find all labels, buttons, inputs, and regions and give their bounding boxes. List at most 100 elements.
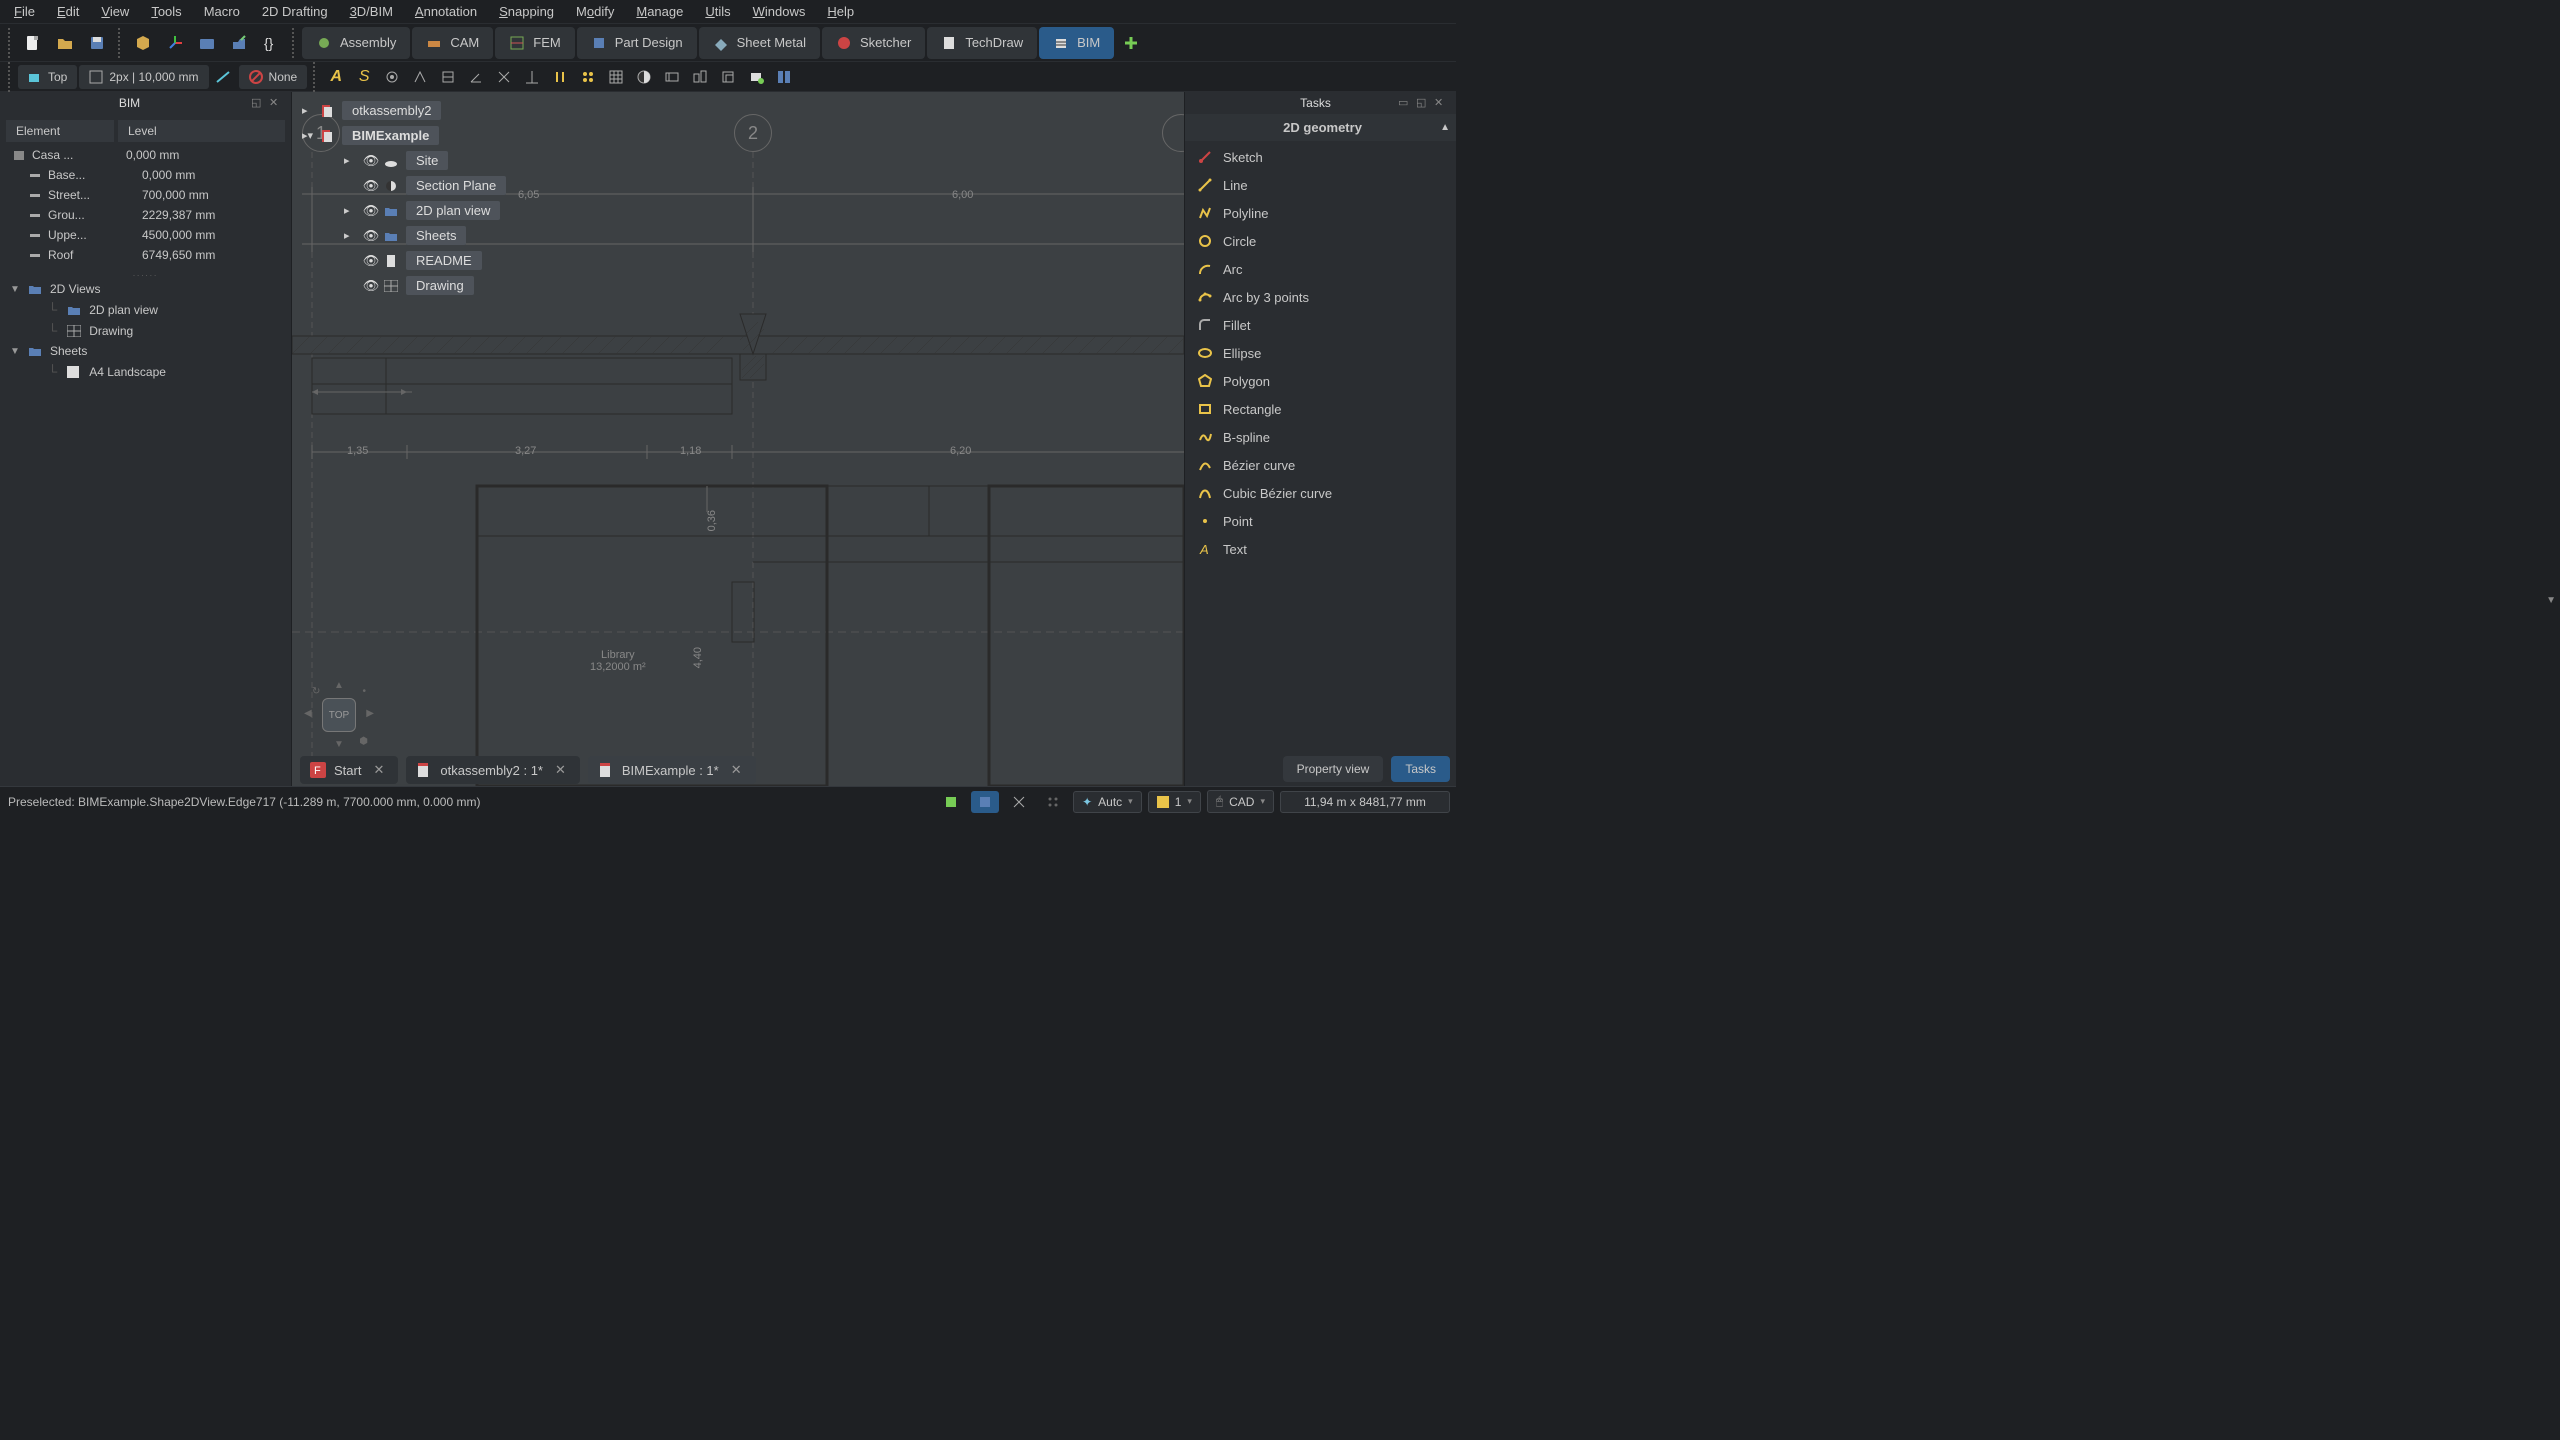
tree-item[interactable]: └A4 Landscape: [8, 361, 283, 382]
menu-annotation[interactable]: Annotation: [405, 2, 487, 21]
doc-tab[interactable]: BIMExample : 1*✕: [588, 756, 756, 784]
level-row[interactable]: Base...0,000 mm: [6, 165, 285, 185]
panel-float-icon[interactable]: ◱: [251, 96, 265, 110]
tool-b-spline[interactable]: B-spline: [1185, 423, 1456, 451]
snap-perpendicular-icon[interactable]: [519, 65, 545, 89]
tree-folder[interactable]: ▼2D Views: [8, 279, 283, 299]
toggle-panels-icon[interactable]: [771, 65, 797, 89]
3d-viewport[interactable]: ▸otkassembly2▸▾BIMExample▸👁Site👁Section …: [292, 92, 1184, 786]
tasks-button[interactable]: Tasks: [1391, 756, 1450, 782]
tree-item[interactable]: └2D plan view: [8, 299, 283, 320]
wb-cam[interactable]: CAM: [412, 27, 493, 59]
visibility-icon[interactable]: 👁: [362, 203, 380, 219]
construction-mode-icon[interactable]: [211, 65, 237, 89]
doc-tab[interactable]: FStart✕: [300, 756, 398, 784]
model-tree-item[interactable]: ▸otkassembly2: [300, 98, 508, 123]
levels-header-element[interactable]: Element: [6, 120, 114, 142]
chevron-down-icon[interactable]: ▼: [10, 346, 22, 357]
visibility-icon[interactable]: 👁: [362, 153, 380, 169]
text-italic-icon[interactable]: S: [351, 65, 377, 89]
status-recompute-icon[interactable]: [937, 791, 965, 813]
autogroup-combo[interactable]: ✦Autc▾: [1073, 791, 1142, 813]
layer-combo[interactable]: 1▾: [1148, 791, 1201, 813]
doc-tab[interactable]: otkassembly2 : 1*✕: [406, 756, 580, 784]
model-tree-item[interactable]: 👁Drawing: [300, 273, 508, 298]
menu-windows[interactable]: Windows: [743, 2, 816, 21]
snap-extension-icon[interactable]: [547, 65, 573, 89]
tool-polyline[interactable]: Polyline: [1185, 199, 1456, 227]
tool-point[interactable]: Point: [1185, 507, 1456, 535]
snap-endpoint-icon[interactable]: [379, 65, 405, 89]
vargroup-icon[interactable]: {}: [256, 28, 286, 58]
tool-arc[interactable]: Arc: [1185, 255, 1456, 283]
menu-3d-bim[interactable]: 3D/BIM: [340, 2, 403, 21]
visibility-icon[interactable]: 👁: [362, 228, 380, 244]
chevron-icon[interactable]: ▸: [344, 154, 358, 167]
add-workbench-icon[interactable]: [1116, 28, 1146, 58]
tree-item[interactable]: └Drawing: [8, 320, 283, 341]
menu-utils[interactable]: Utils: [695, 2, 740, 21]
tool-sketch[interactable]: Sketch: [1185, 143, 1456, 171]
menu-view[interactable]: View: [91, 2, 139, 21]
tree-folder[interactable]: ▼Sheets: [8, 341, 283, 361]
wb-part-design[interactable]: Part Design: [577, 27, 697, 59]
chevron-down-icon[interactable]: ▼: [10, 284, 22, 295]
tasks-close-icon[interactable]: ✕: [1434, 96, 1448, 110]
snap-ortho-icon[interactable]: [687, 65, 713, 89]
style-selector[interactable]: None: [239, 65, 308, 89]
box-icon[interactable]: [128, 28, 158, 58]
levels-header-level[interactable]: Level: [118, 120, 285, 142]
chevron-icon[interactable]: ▸: [344, 204, 358, 217]
nav-cube[interactable]: ▲ ▼ ◀ ▶ ↻ • ⬢ TOP: [304, 680, 374, 750]
tasks-min-icon[interactable]: ▭: [1398, 96, 1412, 110]
open-file-icon[interactable]: [50, 28, 80, 58]
snap-grid-icon[interactable]: [603, 65, 629, 89]
level-row[interactable]: Casa ...0,000 mm: [6, 145, 285, 165]
status-grid-icon[interactable]: [1039, 791, 1067, 813]
menu-help[interactable]: Help: [817, 2, 864, 21]
tool-rectangle[interactable]: Rectangle: [1185, 395, 1456, 423]
level-row[interactable]: Uppe...4500,000 mm: [6, 225, 285, 245]
chevron-icon[interactable]: ▸: [302, 104, 316, 117]
close-icon[interactable]: ✕: [727, 762, 746, 778]
tool-bézier-curve[interactable]: Bézier curve: [1185, 451, 1456, 479]
tool-text[interactable]: AText: [1185, 535, 1456, 563]
section-2d-geometry[interactable]: 2D geometry ▲: [1185, 114, 1456, 141]
new-file-icon[interactable]: [18, 28, 48, 58]
coords-display[interactable]: 11,94 m x 8481,77 mm: [1280, 791, 1450, 813]
link-icon[interactable]: [224, 28, 254, 58]
snap-dimensions-icon[interactable]: [659, 65, 685, 89]
snap-near-icon[interactable]: [743, 65, 769, 89]
menu-file[interactable]: File: [4, 2, 45, 21]
menu-manage[interactable]: Manage: [626, 2, 693, 21]
status-snap-icon[interactable]: [1005, 791, 1033, 813]
wb-bim[interactable]: BIM: [1039, 27, 1114, 59]
close-icon[interactable]: ✕: [551, 762, 570, 778]
tool-cubic-bézier-curve[interactable]: Cubic Bézier curve: [1185, 479, 1456, 507]
visibility-icon[interactable]: 👁: [362, 253, 380, 269]
menu-edit[interactable]: Edit: [47, 2, 89, 21]
group-icon[interactable]: [192, 28, 222, 58]
close-icon[interactable]: ✕: [369, 762, 388, 778]
chevron-icon[interactable]: ▸: [344, 229, 358, 242]
visibility-icon[interactable]: 👁: [362, 178, 380, 194]
snap-midpoint-icon[interactable]: [407, 65, 433, 89]
menu-2d-drafting[interactable]: 2D Drafting: [252, 2, 338, 21]
snap-intersection-icon[interactable]: [491, 65, 517, 89]
level-row[interactable]: Street...700,000 mm: [6, 185, 285, 205]
snap-angle-icon[interactable]: [463, 65, 489, 89]
menu-macro[interactable]: Macro: [194, 2, 250, 21]
wb-techdraw[interactable]: TechDraw: [927, 27, 1037, 59]
panel-close-icon[interactable]: ✕: [269, 96, 283, 110]
axes-icon[interactable]: [160, 28, 190, 58]
tool-ellipse[interactable]: Ellipse: [1185, 339, 1456, 367]
model-tree-item[interactable]: 👁README: [300, 248, 508, 273]
snap-special-icon[interactable]: [715, 65, 741, 89]
wp-selector[interactable]: Top: [18, 65, 77, 89]
wb-assembly[interactable]: Assembly: [302, 27, 410, 59]
menu-modify[interactable]: Modify: [566, 2, 624, 21]
tool-fillet[interactable]: Fillet: [1185, 311, 1456, 339]
menu-tools[interactable]: Tools: [141, 2, 191, 21]
chevron-icon[interactable]: ▸▾: [302, 129, 316, 142]
text-bold-icon[interactable]: A: [323, 65, 349, 89]
